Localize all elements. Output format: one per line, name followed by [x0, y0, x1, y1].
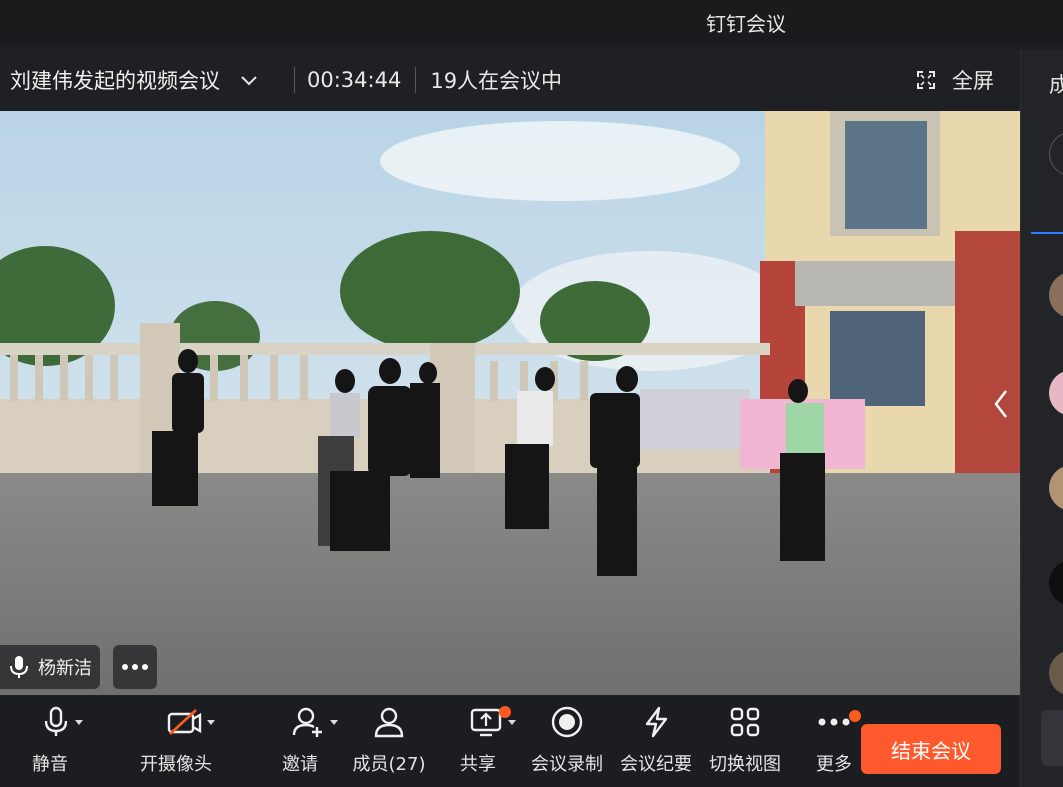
notification-dot — [849, 710, 861, 722]
window-titlebar: 钉钉会议 — [0, 0, 1063, 44]
avatar[interactable] — [1049, 465, 1063, 511]
share-icon-wrap — [469, 696, 517, 748]
camera-button[interactable]: 开摄像头 — [138, 696, 216, 787]
fullscreen-icon — [917, 71, 935, 89]
camera-icon-wrap — [166, 696, 216, 748]
minutes-button[interactable]: 会议纪要 — [618, 696, 694, 787]
switch-view-button[interactable]: 切换视图 — [707, 696, 783, 787]
meeting-toolbar: 静音 开摄像头 邀请 成员(27) 共享 会议录制 会议纪要 切换视图 更多 结… — [0, 696, 1020, 787]
caret-down-icon[interactable] — [74, 717, 84, 727]
minutes-icon-wrap — [639, 696, 673, 748]
meeting-timer: 00:34:44 — [307, 68, 402, 92]
more-label: 更多 — [816, 754, 852, 775]
side-panel-title: 成 — [1049, 69, 1063, 99]
notification-dot — [499, 706, 511, 718]
mute-button[interactable]: 静音 — [28, 696, 83, 787]
meeting-info-bar: 刘建伟发起的视频会议 00:34:44 19人在会议中 全屏 — [0, 50, 1020, 110]
share-screen-icon — [470, 708, 502, 737]
caret-down-icon[interactable] — [206, 717, 216, 727]
switch-view-label: 切换视图 — [709, 754, 781, 775]
lightning-icon — [645, 706, 668, 738]
fullscreen-label: 全屏 — [952, 69, 994, 93]
share-label: 共享 — [460, 754, 496, 775]
video-frame — [0, 111, 1020, 695]
members-side-panel: 成 — [1020, 50, 1063, 787]
side-panel-button[interactable] — [1041, 710, 1063, 766]
member-search-input[interactable] — [1049, 132, 1063, 176]
camera-off-icon — [167, 709, 202, 735]
mute-label: 静音 — [32, 754, 68, 775]
end-meeting-button[interactable]: 结束会议 — [861, 724, 1001, 774]
caret-down-icon[interactable] — [329, 717, 339, 727]
more-icon-wrap — [817, 696, 861, 748]
add-person-icon — [292, 707, 322, 737]
more-dots-icon — [818, 718, 850, 726]
record-icon — [551, 706, 583, 738]
more-dots-icon — [122, 664, 148, 670]
person-icon — [374, 707, 404, 738]
switch-view-icon-wrap — [729, 696, 761, 748]
caret-down-icon[interactable] — [507, 717, 517, 727]
record-button[interactable]: 会议录制 — [529, 696, 605, 787]
participant-count: 19人在会议中 — [430, 69, 563, 93]
grid-view-icon — [730, 707, 760, 737]
avatar[interactable] — [1049, 370, 1063, 416]
mute-icon-wrap — [42, 696, 84, 748]
app-title: 钉钉会议 — [706, 12, 786, 36]
more-button[interactable]: 更多 — [812, 696, 861, 787]
avatar[interactable] — [1049, 650, 1063, 696]
invite-button[interactable]: 邀请 — [278, 696, 338, 787]
minutes-label: 会议纪要 — [620, 754, 692, 775]
chevron-down-icon[interactable] — [238, 69, 260, 91]
speaker-name: 杨新洁 — [38, 658, 92, 679]
members-label: 成员(27) — [352, 754, 426, 775]
microphone-icon — [44, 706, 68, 736]
record-icon-wrap — [550, 696, 584, 748]
divider — [294, 67, 295, 93]
record-label: 会议录制 — [531, 754, 603, 775]
camera-label: 开摄像头 — [140, 754, 212, 775]
microphone-icon — [10, 656, 28, 678]
share-button[interactable]: 共享 — [458, 696, 516, 787]
fullscreen-button[interactable]: 全屏 — [916, 50, 994, 110]
members-icon-wrap — [372, 696, 406, 748]
meeting-title[interactable]: 刘建伟发起的视频会议 — [10, 65, 220, 95]
members-button[interactable]: 成员(27) — [352, 696, 426, 787]
active-tab-indicator — [1031, 232, 1063, 234]
video-more-button[interactable] — [113, 645, 157, 689]
video-stage[interactable]: 杨新洁 — [0, 111, 1020, 695]
invite-label: 邀请 — [282, 754, 318, 775]
avatar[interactable] — [1049, 560, 1063, 606]
speaker-name-tag: 杨新洁 — [0, 645, 100, 689]
avatar[interactable] — [1049, 272, 1063, 318]
invite-icon-wrap — [291, 696, 339, 748]
divider — [415, 67, 417, 93]
